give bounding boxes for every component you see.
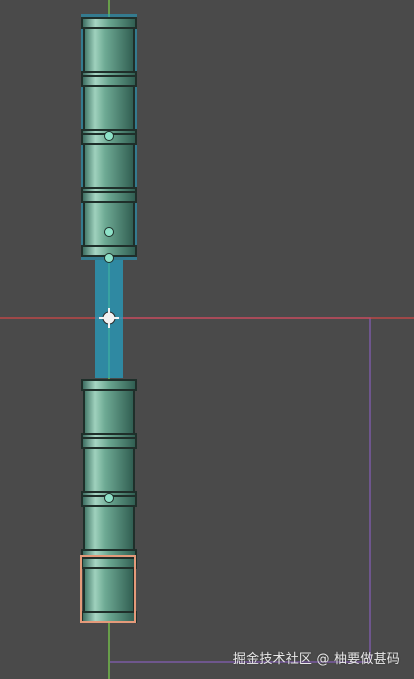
pipe-segment[interactable] [81, 133, 137, 199]
pipe-segment[interactable] [81, 17, 137, 83]
watermark-text: 掘金技术社区 @ 柚要做甚码 [232, 652, 400, 667]
scene-grid [0, 0, 414, 679]
pipe-segment[interactable] [81, 437, 137, 503]
pipe-segment[interactable] [81, 557, 137, 623]
pipe-segment[interactable] [81, 191, 137, 257]
pipe-segment[interactable] [81, 379, 137, 445]
pipe-segment[interactable] [81, 75, 137, 141]
pipe-segment[interactable] [81, 495, 137, 561]
scene-view-canvas[interactable] [0, 0, 414, 679]
